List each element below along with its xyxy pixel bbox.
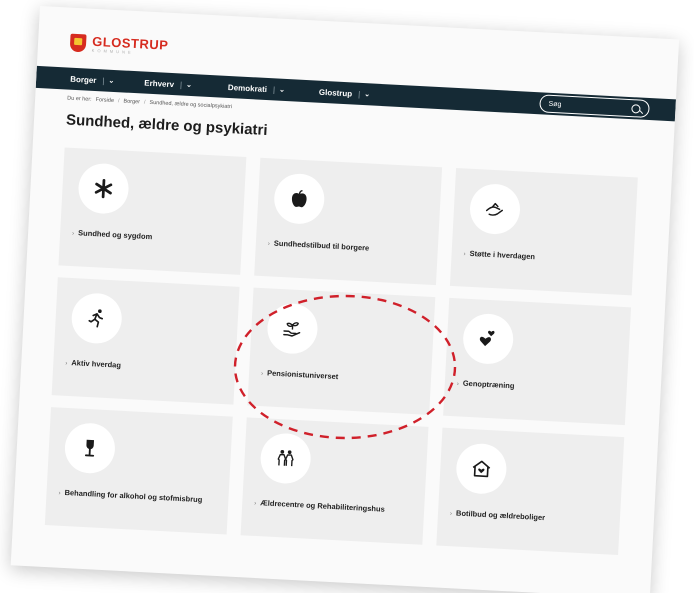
tile-label: Sundhedstilbud til borgere xyxy=(273,238,370,253)
nav-divider: | xyxy=(357,89,361,99)
breadcrumb-link[interactable]: Borger xyxy=(123,99,140,106)
elderly-couple-icon xyxy=(259,432,312,485)
tile-label: Støtte i hverdagen xyxy=(469,248,536,262)
tile-link[interactable]: › Støtte i hverdagen xyxy=(463,249,623,268)
arrow-right-icon: › xyxy=(58,490,61,497)
chevron-down-icon[interactable]: ⌄ xyxy=(108,77,114,85)
tile-link[interactable]: › Pensionistuniverset xyxy=(261,368,421,387)
arrow-right-icon: › xyxy=(65,360,68,367)
tile-link[interactable]: › Aktiv hverdag xyxy=(65,358,225,377)
logo-text: GLOSTRUP KOMMUNE xyxy=(92,34,169,57)
nav-item-glostrup[interactable]: Glostrup | ⌄ xyxy=(319,87,371,99)
breadcrumb-separator: / xyxy=(117,98,120,105)
house-heart-icon xyxy=(455,442,508,496)
coat-of-arms-icon xyxy=(69,33,87,53)
arrow-right-icon: › xyxy=(449,511,453,518)
tile-link[interactable]: › Behandling for alkohol og stofmisbrug xyxy=(58,488,218,507)
arrow-right-icon: › xyxy=(260,371,264,378)
running-person-icon xyxy=(70,292,124,345)
arrow-right-icon: › xyxy=(267,241,270,248)
tile-stoette-i-hverdagen[interactable]: › Støtte i hverdagen xyxy=(449,167,638,296)
page-title: Sundhed, ældre og psykiatri xyxy=(65,111,268,140)
breadcrumb-current: Sundhed, ældre og socialpsykiatri xyxy=(149,99,233,111)
wine-glass-icon xyxy=(63,421,117,475)
tile-genoptraening[interactable]: › Genoptræning xyxy=(443,297,632,426)
tile-sundhedstilbud[interactable]: › Sundhedstilbud til borgere xyxy=(254,157,443,286)
chevron-down-icon[interactable]: ⌄ xyxy=(279,86,285,94)
nav-divider: | xyxy=(102,75,105,85)
tile-botilbud[interactable]: › Botilbud og ældreboliger xyxy=(436,427,625,556)
main-navigation: Borger | ⌄ Erhverv | ⌄ Demokrati | ⌄ Glo… xyxy=(35,65,676,122)
tile-label: Behandling for alkohol og stofmisbrug xyxy=(64,487,203,505)
tile-link[interactable]: › Ældrecentre og Rehabiliteringshus xyxy=(254,498,414,517)
nav-item-borger[interactable]: Borger | ⌄ xyxy=(70,74,115,85)
web-page: GLOSTRUP KOMMUNE Borger | ⌄ Erhverv | ⌄ … xyxy=(10,6,680,593)
arrow-right-icon: › xyxy=(456,381,459,388)
logo[interactable]: GLOSTRUP KOMMUNE xyxy=(69,33,169,57)
arrow-right-icon: › xyxy=(71,230,75,238)
asterisk-icon xyxy=(77,162,130,215)
breadcrumb: Du er her: Forside / Borger / Sundhed, æ… xyxy=(67,96,232,111)
nav-divider: | xyxy=(179,79,183,90)
nav-item-demokrati[interactable]: Demokrati | ⌄ xyxy=(228,82,285,94)
nav-divider: | xyxy=(272,84,276,94)
tile-label: Ældrecentre og Rehabiliteringshus xyxy=(260,498,385,514)
helping-hand-icon xyxy=(468,182,522,236)
search-input[interactable]: Søg xyxy=(548,100,631,111)
tile-link[interactable]: › Genoptræning xyxy=(457,378,617,397)
search-field[interactable]: Søg xyxy=(539,94,650,119)
plant-in-hand-icon xyxy=(266,302,319,355)
nav-label: Glostrup xyxy=(318,87,353,98)
tile-sundhed-og-sygdom[interactable]: › Sundhed og sygdom xyxy=(58,147,247,275)
breadcrumb-prefix: Du er her: xyxy=(67,95,92,103)
tile-aeldrecentre[interactable]: › Ældrecentre og Rehabiliteringshus xyxy=(240,417,429,545)
tile-pensionistuniverset[interactable]: › Pensionistuniverset xyxy=(247,287,436,415)
tile-behandling-alkohol[interactable]: › Behandling for alkohol og stofmisbrug xyxy=(44,407,233,535)
apple-icon xyxy=(272,172,326,226)
tile-link[interactable]: › Botilbud og ældreboliger xyxy=(450,508,610,527)
nav-label: Demokrati xyxy=(227,82,268,94)
tile-aktiv-hverdag[interactable]: › Aktiv hverdag xyxy=(51,277,240,405)
tile-label: Aktiv hverdag xyxy=(71,358,122,370)
chevron-down-icon[interactable]: ⌄ xyxy=(186,81,192,89)
breadcrumb-link[interactable]: Forside xyxy=(95,97,114,104)
breadcrumb-separator: / xyxy=(143,99,146,106)
screenshot-stage: GLOSTRUP KOMMUNE Borger | ⌄ Erhverv | ⌄ … xyxy=(0,0,694,593)
hearts-icon xyxy=(461,312,515,366)
tile-label: Sundhed og sygdom xyxy=(77,228,153,242)
arrow-right-icon: › xyxy=(463,251,466,258)
nav-label: Borger xyxy=(70,74,97,85)
chevron-down-icon[interactable]: ⌄ xyxy=(364,90,370,98)
arrow-right-icon: › xyxy=(254,500,257,507)
search-icon[interactable] xyxy=(631,103,641,114)
tile-label: Genoptræning xyxy=(462,378,515,391)
nav-item-erhverv[interactable]: Erhverv | ⌄ xyxy=(144,78,192,89)
tile-label: Pensionistuniverset xyxy=(266,368,339,382)
tile-label: Botilbud og ældreboliger xyxy=(455,508,546,523)
tile-link[interactable]: › Sundhed og sygdom xyxy=(72,228,232,247)
tile-link[interactable]: › Sundhedstilbud til borgere xyxy=(268,238,428,257)
topic-grid: › Sundhed og sygdom › Sundhedstilbud til b… xyxy=(44,147,654,556)
nav-label: Erhverv xyxy=(144,78,175,89)
